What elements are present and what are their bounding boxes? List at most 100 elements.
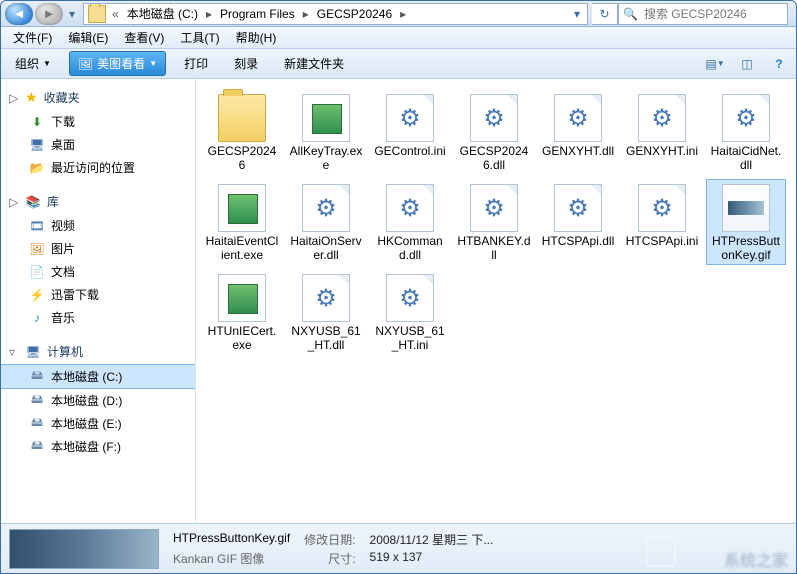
sidebar: ▷★收藏夹 ⬇下载 🖥桌面 📂最近访问的位置 ▷📚库 🎞视频 🖼图片 📄文档 ⚡… (1, 79, 196, 523)
sidebar-item-desktop[interactable]: 🖥桌面 (1, 133, 195, 156)
file-name: HTBANKEY.dll (457, 234, 531, 262)
menu-edit[interactable]: 编辑(E) (62, 27, 114, 48)
file-name: GENXYHT.ini (625, 144, 699, 158)
organize-button[interactable]: 组织 ▼ (7, 52, 59, 75)
file-item[interactable]: GENXYHT.dll (538, 89, 618, 175)
file-name: HaitaiCidNet.dll (709, 144, 783, 172)
status-filename: HTPressButtonKey.gif (173, 531, 290, 548)
file-item[interactable]: HTCSPApi.dll (538, 179, 618, 265)
watermark-text: 系统之家 (724, 547, 788, 571)
file-name: HTCSPApi.dll (541, 234, 615, 248)
file-item[interactable]: HaitaiEventClient.exe (202, 179, 282, 265)
file-item[interactable]: NXYUSB_61_HT.ini (370, 269, 450, 355)
titlebar: ◄ ► ▾ « 本地磁盘 (C:) ▸ Program Files ▸ GECS… (1, 1, 796, 27)
file-name: GECSP20246 (205, 144, 279, 172)
preview-pane-button[interactable]: ◫ (736, 53, 758, 75)
meitu-button[interactable]: 🖼美图看看 ▼ (69, 51, 166, 76)
computer-header[interactable]: ▿🖥计算机 (1, 339, 195, 364)
ini-icon (386, 274, 434, 322)
sidebar-item-drive-c[interactable]: 🖴本地磁盘 (C:) (1, 364, 195, 389)
file-list[interactable]: GECSP20246 AllKeyTray.exe GEControl.ini GEC… (196, 79, 796, 523)
nav-back-button[interactable]: ◄ (5, 3, 33, 25)
new-folder-button[interactable]: 新建文件夹 (276, 52, 352, 75)
file-item[interactable]: NXYUSB_61_HT.dll (286, 269, 366, 355)
file-item[interactable]: HTBANKEY.dll (454, 179, 534, 265)
nav-history-dropdown[interactable]: ▾ (65, 7, 79, 21)
dll-icon (470, 94, 518, 142)
burn-button[interactable]: 刻录 (226, 52, 266, 75)
menu-view[interactable]: 查看(V) (118, 27, 170, 48)
file-item[interactable]: HKCommand.dll (370, 179, 450, 265)
breadcrumb-overflow[interactable]: « (110, 7, 121, 21)
search-icon: 🔍 (619, 7, 642, 21)
folder-icon (218, 94, 266, 142)
file-item[interactable]: HTPressButtonKey.gif (706, 179, 786, 265)
sidebar-item-drive-e[interactable]: 🖴本地磁盘 (E:) (1, 412, 195, 435)
libraries-header[interactable]: ▷📚库 (1, 189, 195, 214)
refresh-button[interactable]: ↻ (592, 3, 618, 25)
file-name: HaitaiOnServer.dll (289, 234, 363, 262)
file-name: GENXYHT.dll (541, 144, 615, 158)
file-name: NXYUSB_61_HT.dll (289, 324, 363, 352)
dll-icon (554, 184, 602, 232)
breadcrumb[interactable]: « 本地磁盘 (C:) ▸ Program Files ▸ GECSP20246… (83, 3, 588, 25)
dll-icon (470, 184, 518, 232)
sidebar-item-pictures[interactable]: 🖼图片 (1, 237, 195, 260)
sidebar-item-recent[interactable]: 📂最近访问的位置 (1, 156, 195, 179)
nav-forward-button: ► (35, 3, 63, 25)
ini-icon (386, 94, 434, 142)
dll-icon (302, 184, 350, 232)
sidebar-item-videos[interactable]: 🎞视频 (1, 214, 195, 237)
dll-icon (554, 94, 602, 142)
file-item[interactable]: HTUnIECert.exe (202, 269, 282, 355)
help-button[interactable]: ? (768, 53, 790, 75)
file-item[interactable]: GEControl.ini (370, 89, 450, 175)
file-name: HTPressButtonKey.gif (709, 234, 783, 262)
menu-help[interactable]: 帮助(H) (230, 27, 283, 48)
status-filetype: Kankan GIF 图像 (173, 550, 290, 567)
file-name: HKCommand.dll (373, 234, 447, 262)
file-item[interactable]: AllKeyTray.exe (286, 89, 366, 175)
exe-icon (302, 94, 350, 142)
file-item[interactable]: GENXYHT.ini (622, 89, 702, 175)
file-name: HaitaiEventClient.exe (205, 234, 279, 262)
sidebar-item-downloads[interactable]: ⬇下载 (1, 110, 195, 133)
folder-icon (88, 5, 106, 23)
file-name: NXYUSB_61_HT.ini (373, 324, 447, 352)
breadcrumb-item[interactable]: 本地磁盘 (C:) (121, 4, 204, 24)
file-name: AllKeyTray.exe (289, 144, 363, 172)
status-bar: HTPressButtonKey.gif 修改日期: 2008/11/12 星期… (1, 523, 796, 573)
breadcrumb-dropdown[interactable]: ▾ (567, 7, 587, 21)
file-name: HTCSPApi.ini (625, 234, 699, 248)
view-options-button[interactable]: ▤ ▼ (704, 53, 726, 75)
file-item[interactable]: HTCSPApi.ini (622, 179, 702, 265)
print-button[interactable]: 打印 (176, 52, 216, 75)
menu-tools[interactable]: 工具(T) (174, 27, 225, 48)
sidebar-item-music[interactable]: ♪音乐 (1, 306, 195, 329)
file-item[interactable]: HaitaiCidNet.dll (706, 89, 786, 175)
breadcrumb-item[interactable]: Program Files (214, 4, 301, 24)
breadcrumb-item[interactable]: GECSP20246 (311, 4, 398, 24)
sidebar-item-drive-d[interactable]: 🖴本地磁盘 (D:) (1, 389, 195, 412)
file-item[interactable]: HaitaiOnServer.dll (286, 179, 366, 265)
file-item[interactable]: GECSP20246 (202, 89, 282, 175)
file-name: HTUnIECert.exe (205, 324, 279, 352)
toolbar: 组织 ▼ 🖼美图看看 ▼ 打印 刻录 新建文件夹 ▤ ▼ ◫ ? (1, 49, 796, 79)
favorites-header[interactable]: ▷★收藏夹 (1, 85, 195, 110)
preview-thumbnail (9, 529, 159, 569)
search-input[interactable]: 🔍 搜索 GECSP20246 (618, 3, 788, 25)
menu-file[interactable]: 文件(F) (7, 27, 58, 48)
menubar: 文件(F) 编辑(E) 查看(V) 工具(T) 帮助(H) (1, 27, 796, 49)
ini-icon (638, 184, 686, 232)
exe-icon (218, 274, 266, 322)
gif-icon (722, 184, 770, 232)
ini-icon (638, 94, 686, 142)
dll-icon (722, 94, 770, 142)
file-name: GECSP20246.dll (457, 144, 531, 172)
file-item[interactable]: GECSP20246.dll (454, 89, 534, 175)
sidebar-item-documents[interactable]: 📄文档 (1, 260, 195, 283)
file-name: GEControl.ini (373, 144, 447, 158)
watermark-icon (646, 537, 676, 567)
sidebar-item-thunder[interactable]: ⚡迅雷下载 (1, 283, 195, 306)
sidebar-item-drive-f[interactable]: 🖴本地磁盘 (F:) (1, 435, 195, 458)
